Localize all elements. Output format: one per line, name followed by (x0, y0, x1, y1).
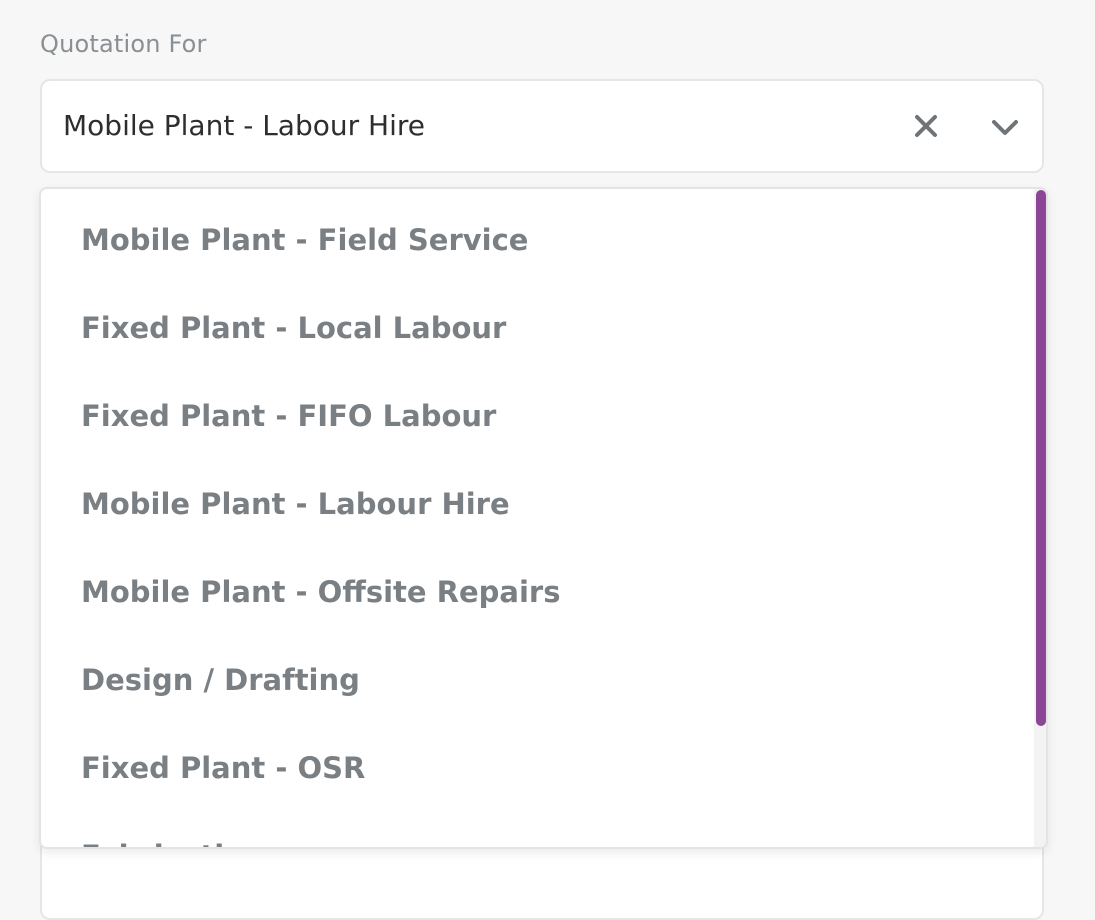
dropdown-scrollbar[interactable] (1034, 189, 1046, 847)
dropdown-option[interactable]: Mobile Plant - Field Service (41, 189, 1034, 277)
selected-value: Mobile Plant - Labour Hire (63, 109, 425, 142)
dropdown-option[interactable]: Design / Drafting (41, 629, 1034, 717)
dropdown-option[interactable]: Fabrication (41, 805, 1034, 847)
dropdown-option[interactable]: Fixed Plant - OSR (41, 717, 1034, 805)
chevron-down-icon[interactable] (990, 115, 1020, 139)
scrollbar-thumb[interactable] (1036, 190, 1046, 726)
dropdown-menu: Mobile Plant - Field Service Fixed Plant… (39, 187, 1048, 849)
dropdown-option[interactable]: Mobile Plant - Labour Hire (41, 453, 1034, 541)
quotation-for-select[interactable]: Mobile Plant - Labour Hire (40, 79, 1044, 173)
dropdown-option[interactable]: Mobile Plant - Offsite Repairs (41, 541, 1034, 629)
dropdown-list: Mobile Plant - Field Service Fixed Plant… (41, 189, 1034, 847)
dropdown-option[interactable]: Fixed Plant - FIFO Labour (41, 365, 1034, 453)
dropdown-option[interactable]: Fixed Plant - Local Labour (41, 277, 1034, 365)
quotation-for-label: Quotation For (40, 30, 207, 58)
close-icon[interactable] (912, 112, 940, 140)
